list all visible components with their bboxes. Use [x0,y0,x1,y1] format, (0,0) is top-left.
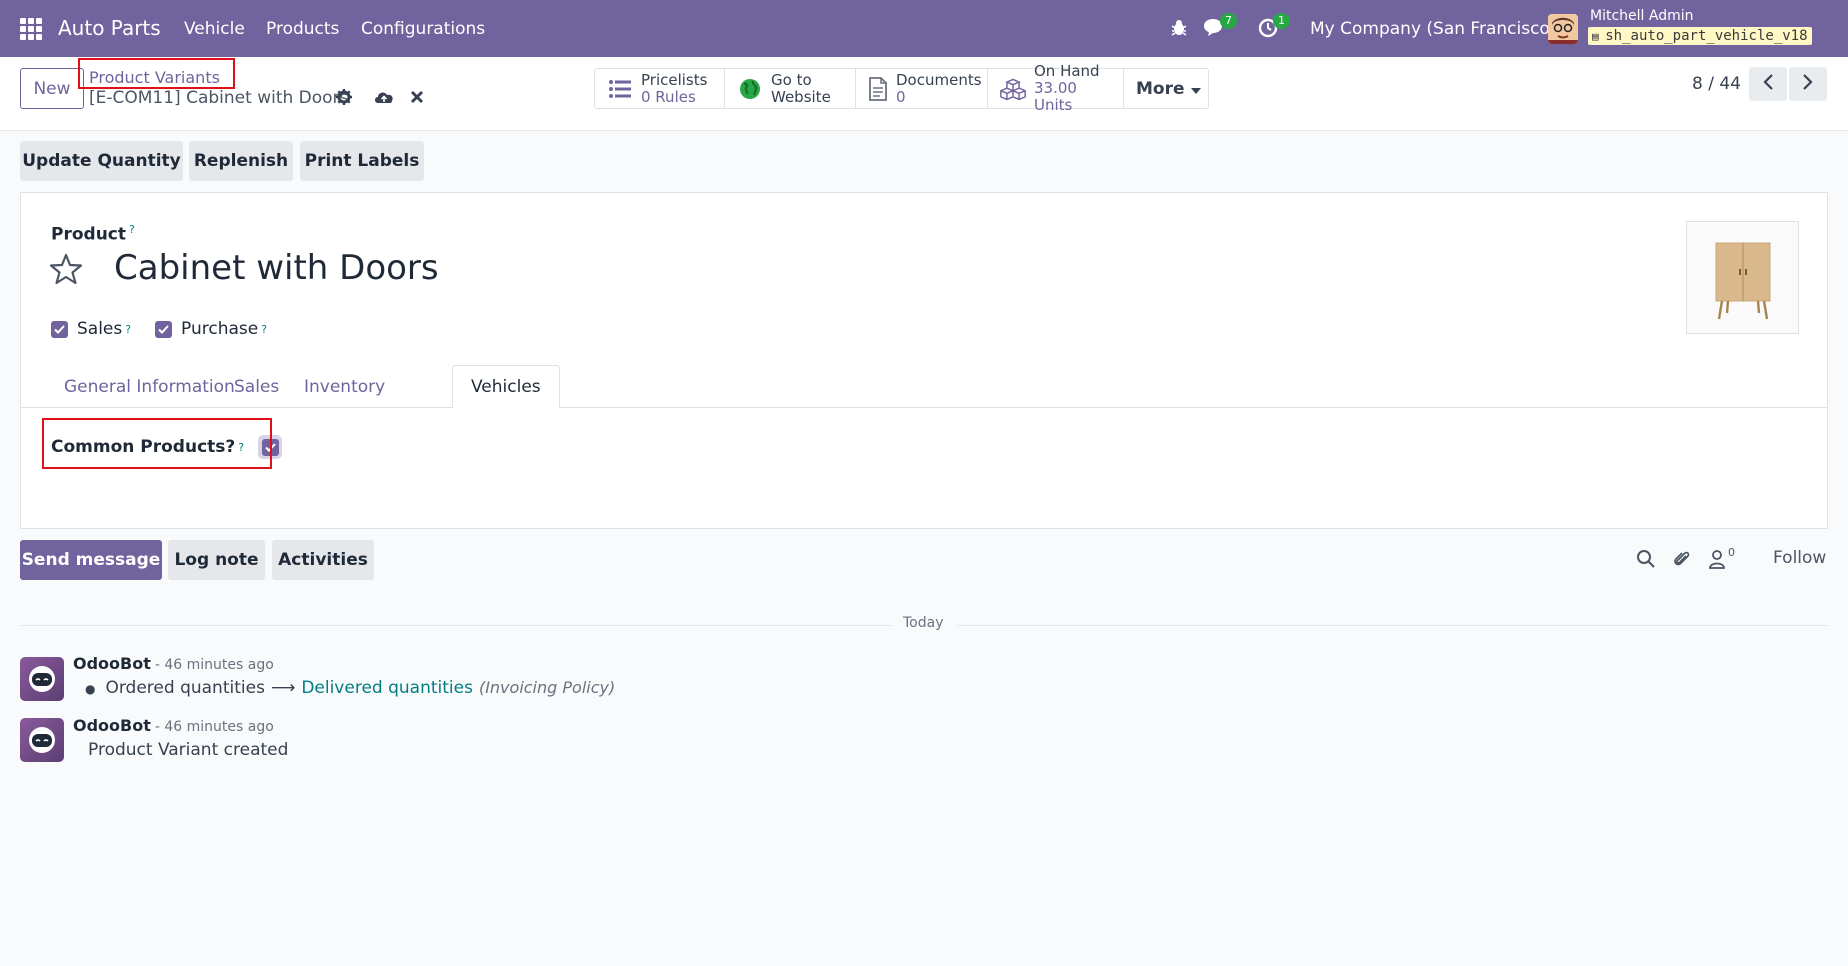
paperclip-icon[interactable] [1672,549,1692,574]
highlight-common-products [42,418,272,469]
message-time: - 46 minutes ago [154,719,274,735]
documents-button[interactable]: Documents 0 [856,69,988,108]
app-name[interactable]: Auto Parts [58,16,161,40]
on-hand-value: 33.00 Units [1034,79,1077,114]
more-button[interactable]: More [1124,69,1208,108]
document-icon [868,76,888,102]
chevron-left-icon [1762,73,1774,95]
activities-badge: 1 [1273,13,1290,29]
documents-value: 0 [896,87,906,106]
top-navbar: Auto Parts Vehicle Products Configuratio… [0,0,1848,57]
sales-flag[interactable]: Sales? [51,319,131,339]
sales-label: Sales [77,319,123,339]
cubes-icon [1000,76,1026,102]
follow-button[interactable]: Follow [1773,548,1826,568]
tracking-old-value: Ordered quantities [105,678,265,698]
date-divider-left [20,625,892,626]
activities-button[interactable]: Activities [272,540,374,580]
purchase-help-tip[interactable]: ? [261,323,267,336]
gear-icon[interactable] [335,88,353,111]
company-switcher[interactable]: My Company (San Francisco) [1310,19,1556,39]
message-author-name: OdooBot [73,654,151,673]
tab-vehicles[interactable]: Vehicles [452,365,560,409]
pager-previous-button[interactable] [1749,67,1787,101]
more-label: More [1136,78,1185,99]
purchase-label: Purchase [181,319,259,339]
highlight-breadcrumb [78,58,235,89]
product-name[interactable]: Cabinet with Doors [114,248,439,288]
pager-next-button[interactable] [1789,67,1827,101]
debug-bug-icon[interactable] [1169,18,1193,42]
date-divider-right [958,625,1828,626]
send-message-button[interactable]: Send message [20,540,162,580]
odoobot-avatar [20,718,64,762]
replenish-button[interactable]: Replenish [189,141,293,181]
user-avatar[interactable] [1548,14,1578,44]
pricelists-value: 0 Rules [641,87,696,106]
message-author: OdooBot - 46 minutes ago [73,716,274,735]
print-labels-button[interactable]: Print Labels [300,141,424,181]
search-icon[interactable] [1636,549,1656,574]
date-separator: Today [903,615,944,631]
update-quantity-button[interactable]: Update Quantity [20,141,183,181]
go-to-website-button[interactable]: Go to Website [725,69,856,108]
odoobot-avatar [20,657,64,701]
smart-buttons: Pricelists 0 Rules Go to Website Documents… [594,63,1209,114]
message-body: Product Variant created [88,740,289,760]
log-note-button[interactable]: Log note [168,540,265,580]
purchase-flag[interactable]: Purchase? [155,319,267,339]
followers-count: 0 [1728,546,1735,559]
tracking-new-value: Delivered quantities [301,678,473,698]
user-name[interactable]: Mitchell Admin [1590,8,1694,24]
message-author: OdooBot - 46 minutes ago [73,654,274,673]
message-author-name: OdooBot [73,716,151,735]
message-time: - 46 minutes ago [154,657,274,673]
caret-down-icon [1190,79,1201,99]
product-label: Product? [51,223,135,245]
product-label-text: Product [51,224,126,245]
on-hand-label: On Hand [1034,62,1100,80]
product-help-tip[interactable]: ? [129,223,135,236]
arrow-right-icon: ⟶ [270,678,296,698]
form-sheet: Product? Cabinet with Doors Sales? Purch… [20,192,1828,529]
sales-checkbox[interactable] [51,320,68,338]
pager-value[interactable]: 8 / 44 [1692,74,1741,94]
star-favorite-icon[interactable] [49,253,83,290]
bullet-dot: ● [85,682,96,696]
chevron-right-icon [1802,73,1814,95]
website-label: Go to [771,70,812,89]
control-panel: New Product Variants [E-COM11] Cabinet w… [0,57,1848,131]
database-label: sh_auto_part_vehicle_v18 [1605,28,1808,44]
list-icon [607,76,633,102]
followers-user-icon[interactable] [1708,549,1726,574]
notebook-tabs: General Information Sales Inventory Vehi… [21,365,1827,409]
tracking-field-name: (Invoicing Policy) [478,678,616,697]
on-hand-button[interactable]: On Hand 33.00 Units [988,63,1124,114]
website-value: Website [771,87,831,106]
record-title: [E-COM11] Cabinet with Doors [89,88,349,108]
menu-products[interactable]: Products [266,19,339,39]
menu-configurations[interactable]: Configurations [361,19,485,39]
globe-icon [737,76,763,102]
pricelists-button[interactable]: Pricelists 0 Rules [595,69,725,108]
product-image[interactable] [1686,221,1799,334]
purchase-checkbox[interactable] [155,320,172,338]
discard-close-icon[interactable] [410,89,424,109]
documents-label: Documents [896,70,982,89]
new-button[interactable]: New [20,68,84,109]
menu-vehicle[interactable]: Vehicle [184,19,245,39]
tracking-change: ● Ordered quantities ⟶ Delivered quantities… [85,678,615,698]
app-grid-icon[interactable] [20,18,42,40]
database-name: ▤ sh_auto_part_vehicle_v18 [1588,27,1812,45]
sales-help-tip[interactable]: ? [125,323,131,336]
messages-badge: 7 [1220,13,1237,29]
pricelists-label: Pricelists [641,70,708,89]
save-cloud-icon[interactable] [373,88,395,111]
tab-inventory[interactable]: Inventory [286,365,403,408]
